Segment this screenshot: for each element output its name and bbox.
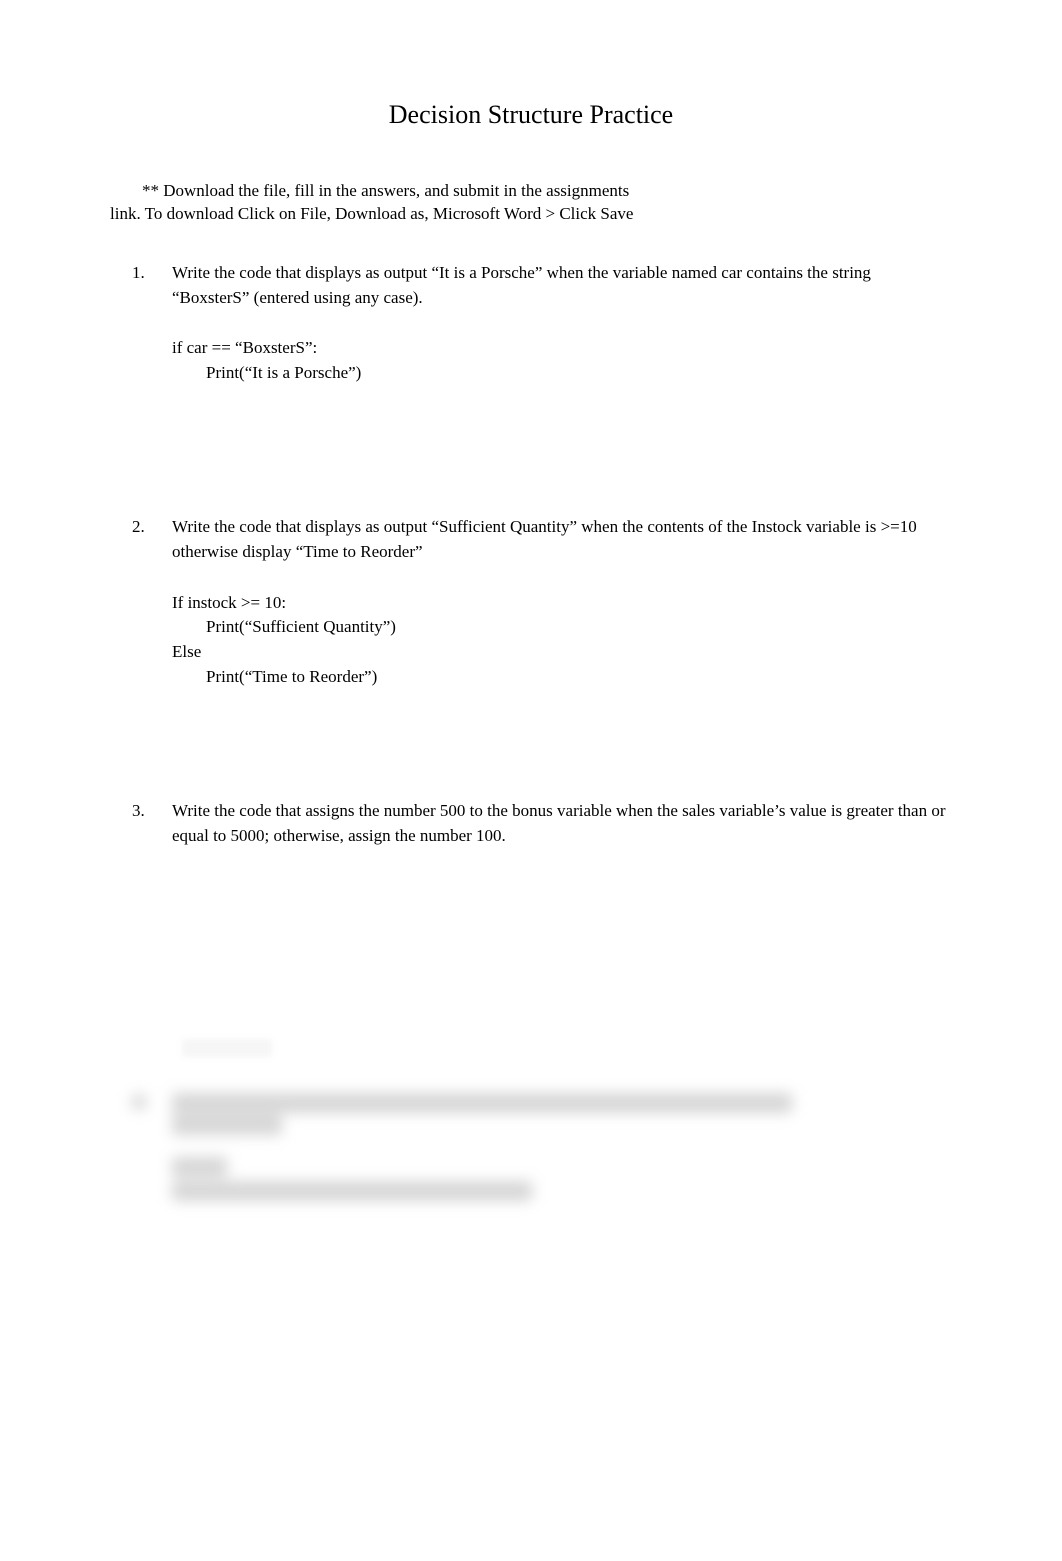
page-title: Decision Structure Practice xyxy=(110,100,952,130)
questions-container: Write the code that displays as output “… xyxy=(132,261,952,1201)
blurred-small-block xyxy=(182,1039,272,1057)
question-2: Write the code that displays as output “… xyxy=(132,515,952,689)
question-1-answer: if car == “BoxsterS”: Print(“It is a Por… xyxy=(172,336,952,385)
blurred-question-4 xyxy=(132,1093,952,1201)
question-3: Write the code that assigns the number 5… xyxy=(132,799,952,848)
question-3-text: Write the code that assigns the number 5… xyxy=(172,799,952,848)
question-2-text: Write the code that displays as output “… xyxy=(172,515,952,564)
blurred-line xyxy=(172,1093,792,1113)
question-1-text: Write the code that displays as output “… xyxy=(172,261,952,310)
blurred-line xyxy=(172,1115,282,1135)
blurred-line xyxy=(172,1181,532,1201)
questions-list: Write the code that displays as output “… xyxy=(132,261,952,849)
download-instructions: ** Download the file, fill in the answer… xyxy=(110,180,952,226)
question-1: Write the code that displays as output “… xyxy=(132,261,952,386)
blurred-line xyxy=(172,1157,227,1177)
instructions-line-2: link. To download Click on File, Downloa… xyxy=(110,203,952,226)
question-2-answer: If instock >= 10: Print(“Sufficient Quan… xyxy=(172,591,952,690)
instructions-line-1: ** Download the file, fill in the answer… xyxy=(142,181,629,200)
